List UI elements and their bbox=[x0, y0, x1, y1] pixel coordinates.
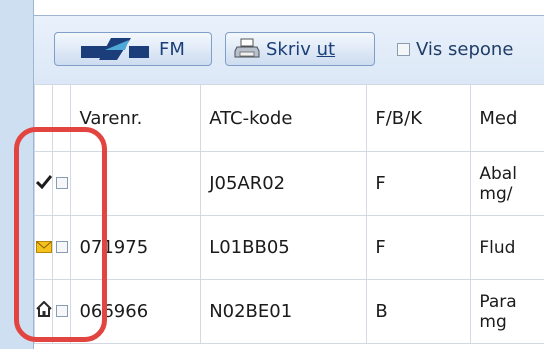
cell-atc: J05AR02 bbox=[200, 151, 368, 216]
fm-button[interactable]: FM bbox=[54, 32, 212, 66]
cell-medication: Flud bbox=[470, 215, 544, 280]
row-checkbox[interactable] bbox=[55, 241, 68, 253]
row-checkbox[interactable] bbox=[55, 177, 68, 189]
cell-atc: L01BB05 bbox=[200, 215, 368, 280]
row-checkbox-cell[interactable] bbox=[52, 151, 72, 216]
table-row[interactable]: 071975 L01BB05 F Flud bbox=[33, 215, 544, 280]
row-icon-cell bbox=[33, 215, 54, 280]
left-strip bbox=[0, 0, 34, 349]
cell-varenr bbox=[70, 151, 202, 216]
cell-fbk: F bbox=[366, 215, 472, 280]
cell-fbk: F bbox=[366, 151, 472, 216]
envelope-icon bbox=[35, 241, 52, 253]
row-checkbox-cell[interactable] bbox=[52, 279, 72, 344]
cell-varenr: 066966 bbox=[70, 279, 202, 344]
table-row[interactable]: 066966 N02BE01 B Para mg bbox=[33, 279, 544, 344]
fm-button-label: FM bbox=[159, 38, 185, 60]
cell-medication: Abal mg/ bbox=[470, 151, 544, 216]
header-atc-code[interactable]: ATC-kode bbox=[200, 84, 368, 152]
toolbar: FM Skriv ut Vis sepone bbox=[34, 16, 544, 84]
window-frame: FM Skriv ut Vis sepone Varenr. ATC-kode bbox=[0, 0, 544, 349]
fm-logo-icon bbox=[81, 38, 150, 60]
row-checkbox-cell[interactable] bbox=[52, 215, 72, 280]
house-icon bbox=[35, 300, 52, 317]
cell-varenr: 071975 bbox=[70, 215, 202, 280]
show-discontinued-checkbox[interactable] bbox=[397, 43, 410, 56]
header-medication[interactable]: Med bbox=[470, 84, 544, 152]
header-icon-column[interactable] bbox=[33, 84, 54, 152]
header-varenr[interactable]: Varenr. bbox=[70, 84, 202, 152]
row-checkbox[interactable] bbox=[55, 305, 68, 317]
cell-medication: Para mg bbox=[470, 279, 544, 344]
show-discontinued-label: Vis sepone bbox=[416, 39, 514, 60]
checkmark-icon bbox=[35, 175, 52, 190]
print-button-label: Skriv ut bbox=[266, 38, 336, 60]
printer-icon bbox=[234, 38, 260, 58]
header-fbk[interactable]: F/B/K bbox=[366, 84, 472, 152]
print-button[interactable]: Skriv ut bbox=[225, 32, 375, 66]
show-discontinued-toggle[interactable]: Vis sepone bbox=[397, 39, 513, 60]
table-header-row: Varenr. ATC-kode F/B/K Med bbox=[33, 84, 544, 152]
medication-table: Varenr. ATC-kode F/B/K Med J05AR02 F Aba… bbox=[33, 84, 544, 349]
cell-atc: N02BE01 bbox=[200, 279, 368, 344]
top-panel bbox=[34, 0, 544, 16]
table-row[interactable]: J05AR02 F Abal mg/ bbox=[33, 151, 544, 216]
header-checkbox-column[interactable] bbox=[52, 84, 72, 152]
cell-fbk: B bbox=[366, 279, 472, 344]
row-icon-cell bbox=[33, 279, 54, 344]
row-icon-cell bbox=[33, 151, 54, 216]
